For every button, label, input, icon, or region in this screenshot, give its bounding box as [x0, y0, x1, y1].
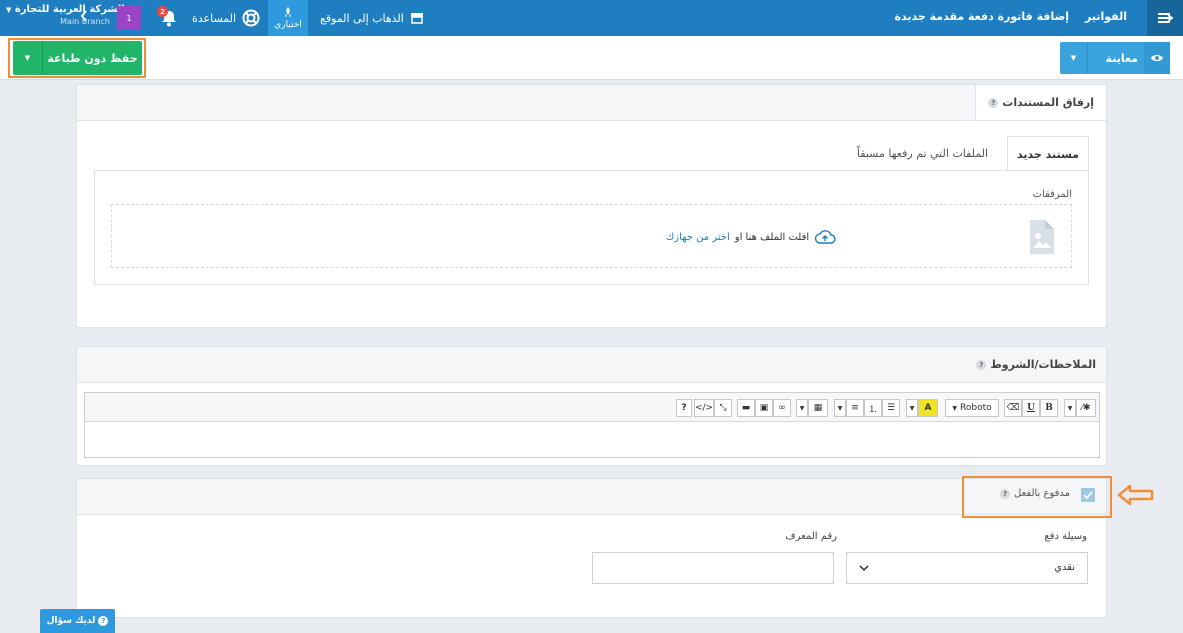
link-icon[interactable]: ∞	[773, 399, 791, 417]
image-icon[interactable]: ▣	[755, 399, 773, 417]
color-dropdown-caret[interactable]: ▼	[906, 399, 918, 417]
attachments-panel-header: ? إرفاق المستندات	[77, 85, 1106, 121]
dropdown-caret-icon: ▼	[6, 6, 12, 14]
bold-icon[interactable]: B	[1040, 399, 1058, 417]
help-icon[interactable]: ?	[1000, 488, 1010, 499]
choose-from-device-link[interactable]: اختر من جهازك	[666, 232, 730, 243]
rocket-icon	[285, 7, 291, 17]
video-icon[interactable]: ▬	[737, 399, 755, 417]
underline-icon[interactable]: U	[1022, 399, 1040, 417]
fullscreen-icon[interactable]: ⤡	[714, 399, 732, 417]
caret-down-icon: ▼	[1070, 54, 1077, 62]
menu-arrow-icon	[1158, 13, 1174, 23]
caret-down-icon: ▼	[24, 54, 31, 62]
preview-button[interactable]: معاينة	[1088, 42, 1144, 74]
caret-down-icon: ▼	[952, 404, 957, 412]
notification-badge: 2	[157, 6, 168, 17]
tab-uploaded-files[interactable]: الملفات التي تم رفعها مسبقاً	[845, 136, 1000, 171]
cloud-upload-icon	[815, 230, 836, 244]
preview-options-dropdown[interactable]: ▼	[1060, 42, 1088, 74]
paid-checkbox[interactable]	[1081, 488, 1095, 502]
paid-label-group: ? مدفوع بالفعل	[1000, 488, 1070, 499]
editor-toolbar: ? </> ⤡ ▬ ▣ ∞ ▼ ▦ ▼ ≡ ⒈ ☰ ▼ A ▼ Roboto ⌫…	[85, 393, 1099, 422]
tab-new-document-label: مستند جديد	[1017, 147, 1079, 161]
company-name: الشركة العربية للتجارة	[14, 4, 125, 15]
save-options-dropdown[interactable]: ▼	[13, 41, 43, 75]
align-icon[interactable]: ≡	[846, 399, 864, 417]
unordered-list-icon[interactable]: ☰	[882, 399, 900, 417]
reference-number-input[interactable]	[592, 552, 834, 584]
company-switcher[interactable]: ▼ الشركة العربية للتجارة Main Branch	[6, 4, 125, 28]
attachments-label: المرفقات	[1032, 189, 1072, 200]
reference-number-label: رقم المعرف	[785, 531, 837, 542]
attachments-tab[interactable]: ? إرفاق المستندات	[975, 85, 1106, 120]
menu-toggle-button[interactable]	[1147, 0, 1183, 36]
style-dropdown-caret[interactable]: ▼	[1064, 399, 1076, 417]
breadcrumb-current: إضافة فاتورة دفعة مقدمة جديدة	[894, 10, 1069, 23]
magic-wand-icon[interactable]: ⁄✱	[1076, 399, 1096, 417]
font-family-value: Roboto	[960, 403, 992, 413]
payment-panel	[76, 478, 1107, 618]
ask-question-button[interactable]: لديك سؤال ?	[40, 609, 115, 633]
help-icon[interactable]: ?	[976, 359, 987, 370]
ordered-list-icon[interactable]: ⒈	[864, 399, 882, 417]
eye-icon	[1144, 42, 1170, 74]
check-icon	[1083, 491, 1093, 499]
breadcrumb-root[interactable]: الفواتير	[1085, 10, 1127, 23]
file-drop-zone[interactable]	[111, 204, 1072, 268]
save-button-group[interactable]: ▼ حفظ دون طباعة	[13, 41, 142, 75]
drop-text: افلت الملف هنا او	[734, 231, 810, 243]
chevron-down-icon	[859, 565, 869, 572]
payment-panel-header	[77, 479, 1106, 515]
avatar[interactable]: 1	[117, 6, 141, 30]
branch-name: Main Branch	[60, 17, 110, 26]
lifebuoy-icon	[242, 9, 260, 27]
help-label: المساعدة	[192, 11, 237, 25]
code-view-button[interactable]: </>	[694, 399, 714, 417]
store-icon	[410, 13, 423, 24]
paid-label: مدفوع بالفعل	[1014, 488, 1071, 499]
go-to-site-label: الذهاب إلى الموقع	[320, 11, 404, 25]
top-bar: الفواتير إضافة فاتورة دفعة مقدمة جديدة ا…	[0, 0, 1183, 36]
help-editor-button[interactable]: ?	[676, 399, 692, 417]
notes-editor: ? </> ⤡ ▬ ▣ ∞ ▼ ▦ ▼ ≡ ⒈ ☰ ▼ A ▼ Roboto ⌫…	[84, 392, 1100, 458]
save-without-print-button[interactable]: حفظ دون طباعة	[43, 41, 142, 75]
table-icon[interactable]: ▦	[808, 399, 828, 417]
tab-uploaded-files-label: الملفات التي تم رفعها مسبقاً	[856, 147, 989, 160]
table-dropdown-caret[interactable]: ▼	[796, 399, 808, 417]
tab-new-document[interactable]: مستند جديد	[1007, 136, 1089, 171]
shortcuts-label: اختياري	[274, 20, 302, 30]
help-icon[interactable]: ?	[988, 97, 999, 108]
question-icon: ?	[98, 616, 109, 626]
payment-method-select[interactable]: نقدي	[846, 552, 1088, 584]
action-bar	[0, 36, 1183, 80]
go-to-site-link[interactable]: الذهاب إلى الموقع	[320, 0, 424, 36]
notes-panel-header: ? الملاحظات/الشروط	[77, 347, 1106, 383]
eraser-icon[interactable]: ⌫	[1004, 399, 1022, 417]
text-color-icon[interactable]: A	[918, 399, 938, 417]
shortcuts-button[interactable]: اختياري	[268, 0, 308, 36]
attachments-title: إرفاق المستندات	[1002, 96, 1094, 109]
preview-button-group[interactable]: ▼ معاينة	[1060, 42, 1170, 74]
payment-method-value: نقدي	[1054, 562, 1075, 573]
font-family-dropdown[interactable]: ▼ Roboto	[945, 399, 999, 417]
paragraph-dropdown-caret[interactable]: ▼	[834, 399, 846, 417]
payment-method-label: وسيلة دفع	[1044, 531, 1087, 542]
ask-question-label: لديك سؤال	[46, 616, 96, 626]
file-image-icon	[1030, 220, 1054, 254]
help-link[interactable]: المساعدة	[192, 0, 260, 36]
notes-title: الملاحظات/الشروط	[990, 358, 1096, 371]
arrow-left-icon	[1117, 484, 1154, 506]
drop-instructions: اختر من جهازك افلت الملف هنا او	[666, 229, 836, 245]
